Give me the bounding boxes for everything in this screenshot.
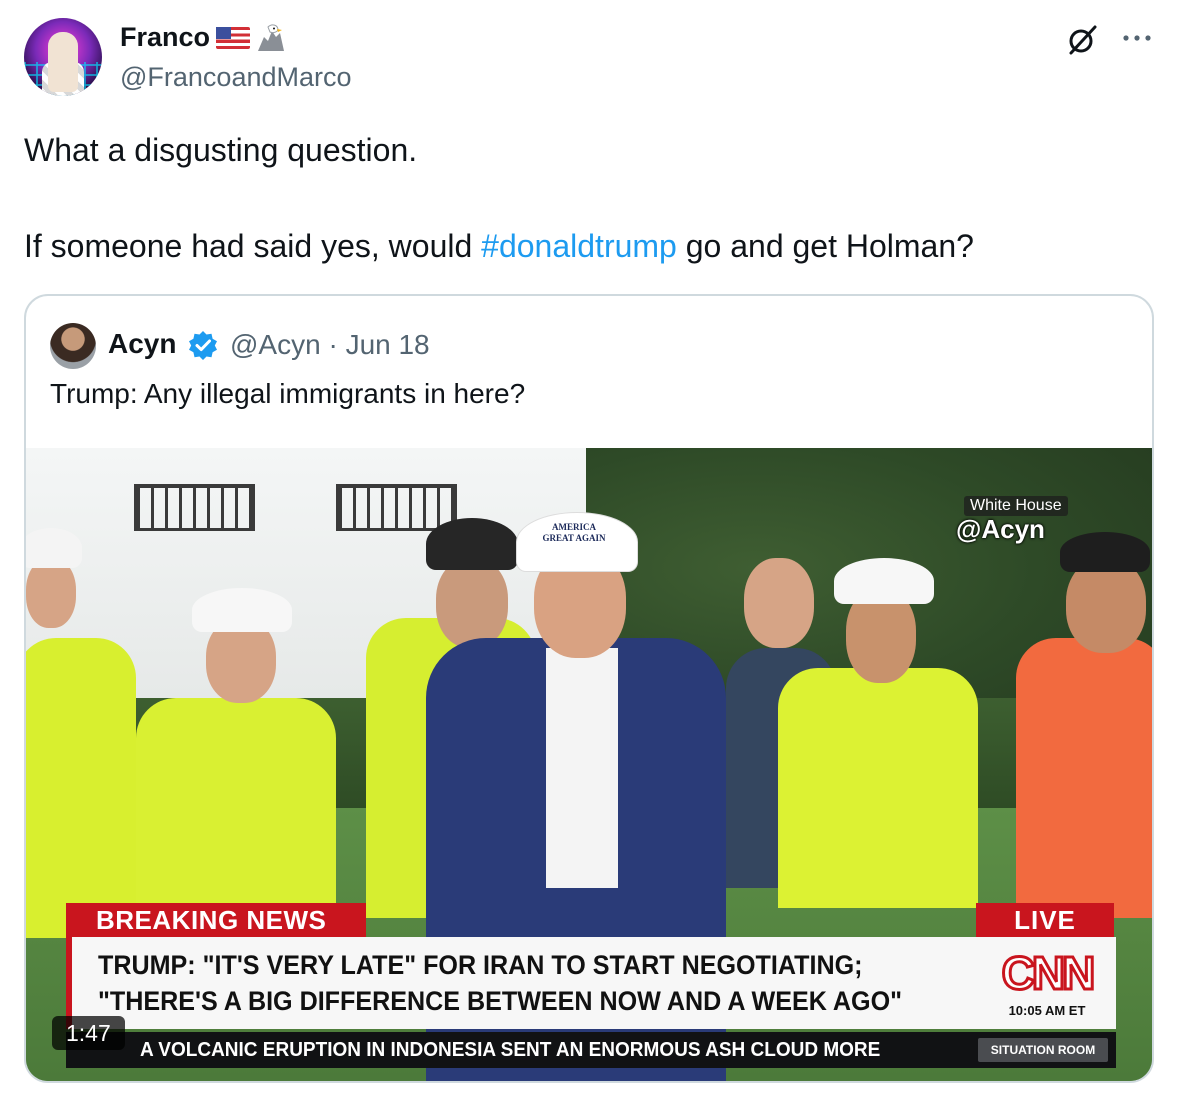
- author-avatar[interactable]: [24, 18, 102, 96]
- quoted-meta: @Acyn · Jun 18: [230, 329, 430, 361]
- hat-text-1: AMERICA: [552, 522, 596, 532]
- tweet-text-line-1: What a disgusting question.: [24, 132, 418, 168]
- tweet-text-before-hashtag: If someone had said yes, would: [24, 228, 482, 264]
- balcony-railing: [336, 484, 457, 531]
- ticker-show-tag: SITUATION ROOM: [978, 1038, 1108, 1062]
- quoted-tweet-card[interactable]: Acyn @Acyn · Jun 18 Trump: Any illegal i…: [24, 294, 1154, 1083]
- video-duration-badge: 1:47: [52, 1016, 125, 1050]
- tweet: Franco @FrancoandMarco What a disgusting…: [0, 0, 1186, 1114]
- watermark-handle: @Acyn: [956, 514, 1045, 544]
- watermark-location: White House: [964, 496, 1068, 516]
- video-watermark: White House @Acyn: [956, 496, 1116, 544]
- headline-line-1: TRUMP: "IT'S VERY LATE" FOR IRAN TO STAR…: [98, 950, 863, 980]
- news-ticker: A VOLCANIC ERUPTION IN INDONESIA SENT AN…: [66, 1032, 1116, 1068]
- tweet-text-line-2: If someone had said yes, would #donaldtr…: [24, 222, 1154, 270]
- author-name-row[interactable]: Franco: [120, 22, 288, 53]
- hashtag-link[interactable]: #donaldtrump: [481, 228, 677, 264]
- grok-icon[interactable]: [1066, 24, 1098, 56]
- meta-separator: ·: [328, 329, 338, 360]
- cnn-logo-text: CNN: [1002, 947, 1093, 997]
- verified-badge-icon: [189, 331, 217, 360]
- news-headline: TRUMP: "IT'S VERY LATE" FOR IRAN TO STAR…: [98, 947, 902, 1019]
- live-badge: LIVE: [976, 903, 1114, 937]
- balcony-railing: [134, 484, 255, 531]
- avatar-figure: [48, 32, 78, 92]
- breaking-news-banner: BREAKING NEWS: [66, 903, 366, 937]
- ticker-text: A VOLCANIC ERUPTION IN INDONESIA SENT AN…: [140, 1039, 881, 1061]
- tweet-text-after-hashtag: go and get Holman?: [676, 228, 974, 264]
- cnn-logo: CNN: [1000, 947, 1097, 997]
- quoted-tweet-text: Trump: Any illegal immigrants in here?: [50, 378, 526, 409]
- news-lower-third: TRUMP: "IT'S VERY LATE" FOR IRAN TO STAR…: [66, 937, 1116, 1029]
- quoted-author-name[interactable]: Acyn: [108, 328, 176, 360]
- headline-line-2: "THERE'S A BIG DIFFERENCE BETWEEN NOW AN…: [98, 986, 903, 1016]
- quoted-author-avatar[interactable]: [50, 323, 96, 369]
- video-player[interactable]: AMERICA GREAT AGAIN White House @Acyn BR…: [26, 448, 1152, 1081]
- author-display-name[interactable]: Franco: [120, 22, 210, 53]
- more-options-icon[interactable]: [1120, 28, 1154, 48]
- quoted-date[interactable]: Jun 18: [346, 329, 430, 360]
- eagle-icon: [258, 23, 285, 51]
- quoted-handle[interactable]: @Acyn: [230, 329, 321, 360]
- hat-text-2: GREAT AGAIN: [542, 533, 606, 543]
- author-handle[interactable]: @FrancoandMarco: [120, 62, 352, 93]
- broadcast-time: 10:05 AM ET: [1008, 1003, 1086, 1018]
- us-flag-icon: [216, 26, 251, 49]
- tweet-text: What a disgusting question. If someone h…: [24, 126, 1154, 270]
